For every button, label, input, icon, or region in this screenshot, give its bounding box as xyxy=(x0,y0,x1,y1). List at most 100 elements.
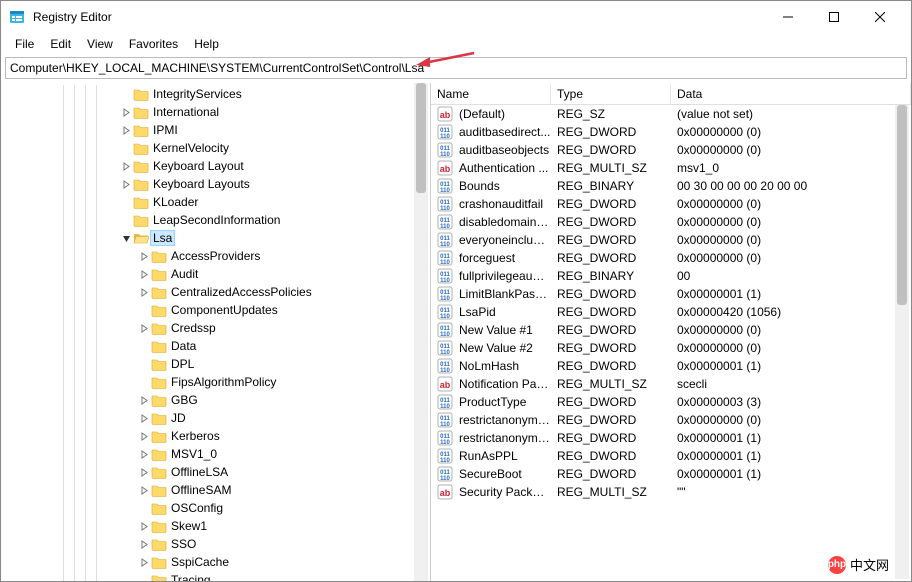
expand-icon[interactable] xyxy=(119,162,133,171)
tree-item[interactable]: OSConfig xyxy=(5,499,430,517)
expand-icon[interactable] xyxy=(137,450,151,459)
value-row[interactable]: 011110New Value #2REG_DWORD0x00000000 (0… xyxy=(431,339,911,357)
tree-item[interactable]: Tracing xyxy=(5,571,430,581)
tree-scrollbar[interactable] xyxy=(414,83,428,581)
value-type: REG_DWORD xyxy=(551,251,671,265)
value-row[interactable]: 011110LimitBlankPass...REG_DWORD0x000000… xyxy=(431,285,911,303)
tree-item[interactable]: AccessProviders xyxy=(5,247,430,265)
value-row[interactable]: 011110SecureBootREG_DWORD0x00000001 (1) xyxy=(431,465,911,483)
tree-item[interactable]: SSO xyxy=(5,535,430,553)
value-row[interactable]: 011110LsaPidREG_DWORD0x00000420 (1056) xyxy=(431,303,911,321)
value-row[interactable]: 011110fullprivilegeaudi...REG_BINARY00 xyxy=(431,267,911,285)
menu-favorites[interactable]: Favorites xyxy=(121,35,186,53)
tree-item[interactable]: MSV1_0 xyxy=(5,445,430,463)
tree-item[interactable]: Data xyxy=(5,337,430,355)
tree-item[interactable]: Credssp xyxy=(5,319,430,337)
value-row[interactable]: 011110restrictanonymo...REG_DWORD0x00000… xyxy=(431,429,911,447)
value-row[interactable]: 011110BoundsREG_BINARY00 30 00 00 00 20 … xyxy=(431,177,911,195)
menu-view[interactable]: View xyxy=(79,35,121,53)
value-row[interactable]: 011110everyoneinclude...REG_DWORD0x00000… xyxy=(431,231,911,249)
folder-icon xyxy=(151,249,167,263)
value-type: REG_DWORD xyxy=(551,233,671,247)
tree-pane[interactable]: IntegrityServicesInternationalIPMIKernel… xyxy=(1,83,431,581)
expand-icon[interactable] xyxy=(137,486,151,495)
col-type[interactable]: Type xyxy=(551,83,671,104)
value-row[interactable]: 011110New Value #1REG_DWORD0x00000000 (0… xyxy=(431,321,911,339)
value-type: REG_MULTI_SZ xyxy=(551,485,671,499)
tree-item[interactable]: DPL xyxy=(5,355,430,373)
value-data: 0x00000000 (0) xyxy=(671,233,911,247)
value-type: REG_DWORD xyxy=(551,305,671,319)
tree-item[interactable]: KLoader xyxy=(5,193,430,211)
value-row[interactable]: 011110crashonauditfailREG_DWORD0x0000000… xyxy=(431,195,911,213)
folder-icon xyxy=(133,195,149,209)
expand-icon[interactable] xyxy=(119,126,133,135)
value-row[interactable]: 011110NoLmHashREG_DWORD0x00000001 (1) xyxy=(431,357,911,375)
value-name: RunAsPPL xyxy=(455,449,551,463)
menu-file[interactable]: File xyxy=(7,35,42,53)
scrollbar-thumb[interactable] xyxy=(897,105,907,305)
expand-icon[interactable] xyxy=(137,396,151,405)
scrollbar-thumb[interactable] xyxy=(416,83,426,193)
value-row[interactable]: 011110auditbasedirect...REG_DWORD0x00000… xyxy=(431,123,911,141)
close-button[interactable] xyxy=(857,1,903,33)
values-scrollbar[interactable] xyxy=(895,105,909,579)
svg-text:110: 110 xyxy=(440,440,450,446)
expand-icon[interactable] xyxy=(119,108,133,117)
expand-icon[interactable] xyxy=(137,270,151,279)
expand-icon[interactable] xyxy=(137,324,151,333)
expand-icon[interactable] xyxy=(137,522,151,531)
tree-item[interactable]: ComponentUpdates xyxy=(5,301,430,319)
value-row[interactable]: 011110RunAsPPLREG_DWORD0x00000001 (1) xyxy=(431,447,911,465)
watermark-logo-icon: php xyxy=(828,556,846,574)
tree-item[interactable]: SspiCache xyxy=(5,553,430,571)
tree-item[interactable]: Keyboard Layout xyxy=(5,157,430,175)
expand-icon[interactable] xyxy=(137,432,151,441)
col-data[interactable]: Data xyxy=(671,83,911,104)
value-row[interactable]: abAuthentication ...REG_MULTI_SZmsv1_0 xyxy=(431,159,911,177)
tree-item[interactable]: Kerberos xyxy=(5,427,430,445)
tree-item[interactable]: CentralizedAccessPolicies xyxy=(5,283,430,301)
tree-item[interactable]: OfflineLSA xyxy=(5,463,430,481)
expand-icon[interactable] xyxy=(119,234,133,243)
tree-item[interactable]: KernelVelocity xyxy=(5,139,430,157)
expand-icon[interactable] xyxy=(137,252,151,261)
col-name[interactable]: Name xyxy=(431,83,551,104)
expand-icon[interactable] xyxy=(137,468,151,477)
minimize-button[interactable] xyxy=(765,1,811,33)
tree-label: ComponentUpdates xyxy=(169,303,280,317)
tree-item[interactable]: Lsa xyxy=(5,229,430,247)
tree-item[interactable]: IPMI xyxy=(5,121,430,139)
value-row[interactable]: abSecurity PackagesREG_MULTI_SZ"" xyxy=(431,483,911,501)
tree-item[interactable]: Skew1 xyxy=(5,517,430,535)
tree-item[interactable]: FipsAlgorithmPolicy xyxy=(5,373,430,391)
tree-item[interactable]: OfflineSAM xyxy=(5,481,430,499)
folder-icon xyxy=(133,159,149,173)
tree-item[interactable]: International xyxy=(5,103,430,121)
expand-icon[interactable] xyxy=(137,414,151,423)
value-row[interactable]: 011110ProductTypeREG_DWORD0x00000003 (3) xyxy=(431,393,911,411)
value-type: REG_MULTI_SZ xyxy=(551,161,671,175)
value-row[interactable]: 011110auditbaseobjectsREG_DWORD0x0000000… xyxy=(431,141,911,159)
tree-item[interactable]: IntegrityServices xyxy=(5,85,430,103)
value-row[interactable]: 011110restrictanonymo...REG_DWORD0x00000… xyxy=(431,411,911,429)
menu-edit[interactable]: Edit xyxy=(42,35,79,53)
tree-item[interactable]: Keyboard Layouts xyxy=(5,175,430,193)
tree-item[interactable]: GBG xyxy=(5,391,430,409)
expand-icon[interactable] xyxy=(137,288,151,297)
value-row[interactable]: 011110forceguestREG_DWORD0x00000000 (0) xyxy=(431,249,911,267)
expand-icon[interactable] xyxy=(137,558,151,567)
expand-icon[interactable] xyxy=(137,540,151,549)
tree-item[interactable]: LeapSecondInformation xyxy=(5,211,430,229)
values-pane[interactable]: Name Type Data ab(Default)REG_SZ(value n… xyxy=(431,83,911,581)
tree-item[interactable]: JD xyxy=(5,409,430,427)
menu-help[interactable]: Help xyxy=(186,35,227,53)
folder-icon xyxy=(151,465,167,479)
tree-item[interactable]: Audit xyxy=(5,265,430,283)
folder-icon xyxy=(151,519,167,533)
value-row[interactable]: 011110disabledomainc...REG_DWORD0x000000… xyxy=(431,213,911,231)
maximize-button[interactable] xyxy=(811,1,857,33)
value-row[interactable]: abNotification Pac...REG_MULTI_SZscecli xyxy=(431,375,911,393)
expand-icon[interactable] xyxy=(119,180,133,189)
value-row[interactable]: ab(Default)REG_SZ(value not set) xyxy=(431,105,911,123)
